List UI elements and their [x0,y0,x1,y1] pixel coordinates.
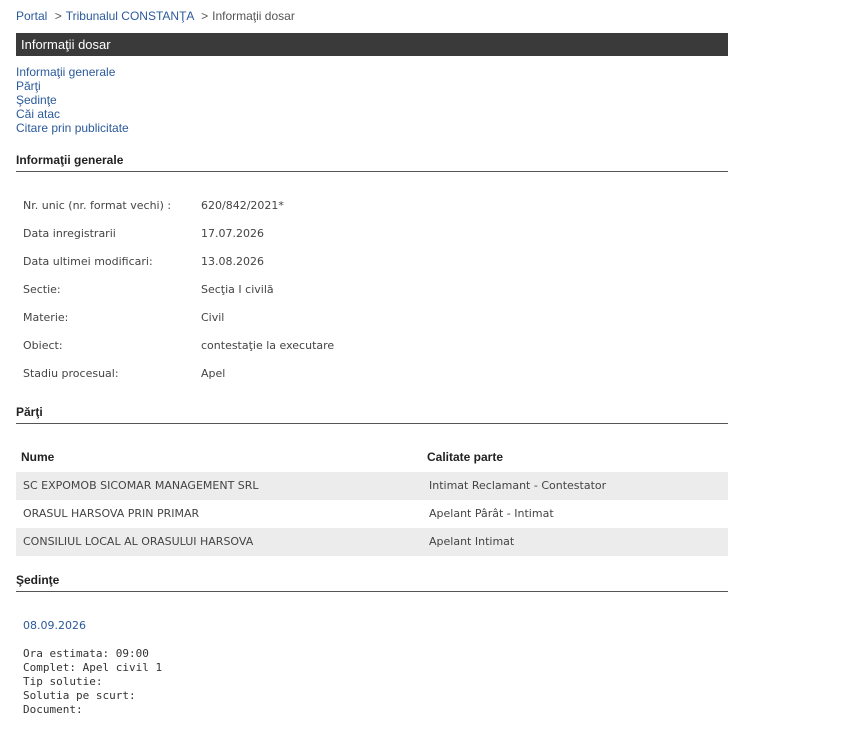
info-row: Sectie: Secţia I civilă [23,283,274,296]
info-row: Data ultimei modificari: 13.08.2026 [23,255,264,268]
party-name: CONSILIUL LOCAL AL ORASULUI HARSOVA [23,535,254,548]
section-title-parti: Părţi [16,405,728,424]
section-title-sedinte: Şedinţe [16,573,728,592]
section-nav: Informaţii generale Părţi Şedinţe Căi at… [16,65,129,135]
nav-link-informatii-generale[interactable]: Informaţii generale [16,65,129,79]
section-title-general: Informaţii generale [16,153,728,172]
nav-link-citare-prin-publicitate[interactable]: Citare prin publicitate [16,121,129,135]
breadcrumb-separator: > [201,9,209,23]
info-label: Data ultimei modificari: [23,255,153,268]
page-title: Informaţii dosar [21,37,111,52]
sedinta-detail-line: Complet: Apel civil 1 [23,661,163,674]
info-value: contestaţie la executare [201,339,335,352]
info-row: Nr. unic (nr. format vechi) : 620/842/202… [23,199,284,212]
info-value: 620/842/2021* [201,199,284,212]
info-row: Obiect: contestaţie la executare [23,339,334,352]
nav-link-cai-atac[interactable]: Căi atac [16,107,129,121]
breadcrumb-separator: > [54,9,62,23]
info-value: 17.07.2026 [201,227,264,240]
page-title-bar: Informaţii dosar [16,33,728,56]
info-value: Secţia I civilă [201,283,274,296]
nav-link-parti[interactable]: Părţi [16,79,129,93]
breadcrumb: Portal > Tribunalul CONSTANŢA > Informaţii… [16,9,295,23]
party-name: SC EXPOMOB SICOMAR MANAGEMENT SRL [23,479,259,492]
party-role: Intimat Reclamant - Contestator [429,479,607,492]
sedinta-detail-line: Tip solutie: [23,675,103,688]
info-row: Data inregistrarii 17.07.2026 [23,227,264,240]
sedinta-details: Ora estimata: 09:00 Complet: Apel civil … [23,647,162,717]
info-label: Sectie: [23,283,61,296]
info-label: Stadiu procesual: [23,367,119,380]
column-header-calitate: Calitate parte [427,450,504,464]
party-role: Apelant Pârât - Intimat [429,507,554,520]
party-role: Apelant Intimat [429,535,515,548]
info-value: Apel [201,367,226,380]
info-value: 13.08.2026 [201,255,264,268]
sedinta-detail-line: Document: [23,703,83,716]
column-header-nume: Nume [21,450,55,464]
party-name: ORASUL HARSOVA PRIN PRIMAR [23,507,200,520]
table-row: ORASUL HARSOVA PRIN PRIMAR Apelant Pârât… [16,500,728,528]
info-value: Civil [201,311,225,324]
info-label: Materie: [23,311,69,324]
info-label: Nr. unic (nr. format vechi) : [23,199,172,212]
sedinta-detail-line: Ora estimata: 09:00 [23,647,149,660]
breadcrumb-portal-link[interactable]: Portal [16,9,47,23]
info-label: Data inregistrarii [23,227,116,240]
breadcrumb-current: Informaţii dosar [212,9,295,23]
nav-link-sedinte[interactable]: Şedinţe [16,93,129,107]
sedinta-date: 08.09.2026 [23,619,86,632]
info-label: Obiect: [23,339,63,352]
table-row: SC EXPOMOB SICOMAR MANAGEMENT SRL Intima… [16,472,728,500]
breadcrumb-court-link[interactable]: Tribunalul CONSTANŢA [66,9,194,23]
sedinta-detail-line: Solutia pe scurt: [23,689,136,702]
info-row: Stadiu procesual: Apel [23,367,225,380]
info-row: Materie: Civil [23,311,224,324]
table-row: CONSILIUL LOCAL AL ORASULUI HARSOVA Apel… [16,528,728,556]
